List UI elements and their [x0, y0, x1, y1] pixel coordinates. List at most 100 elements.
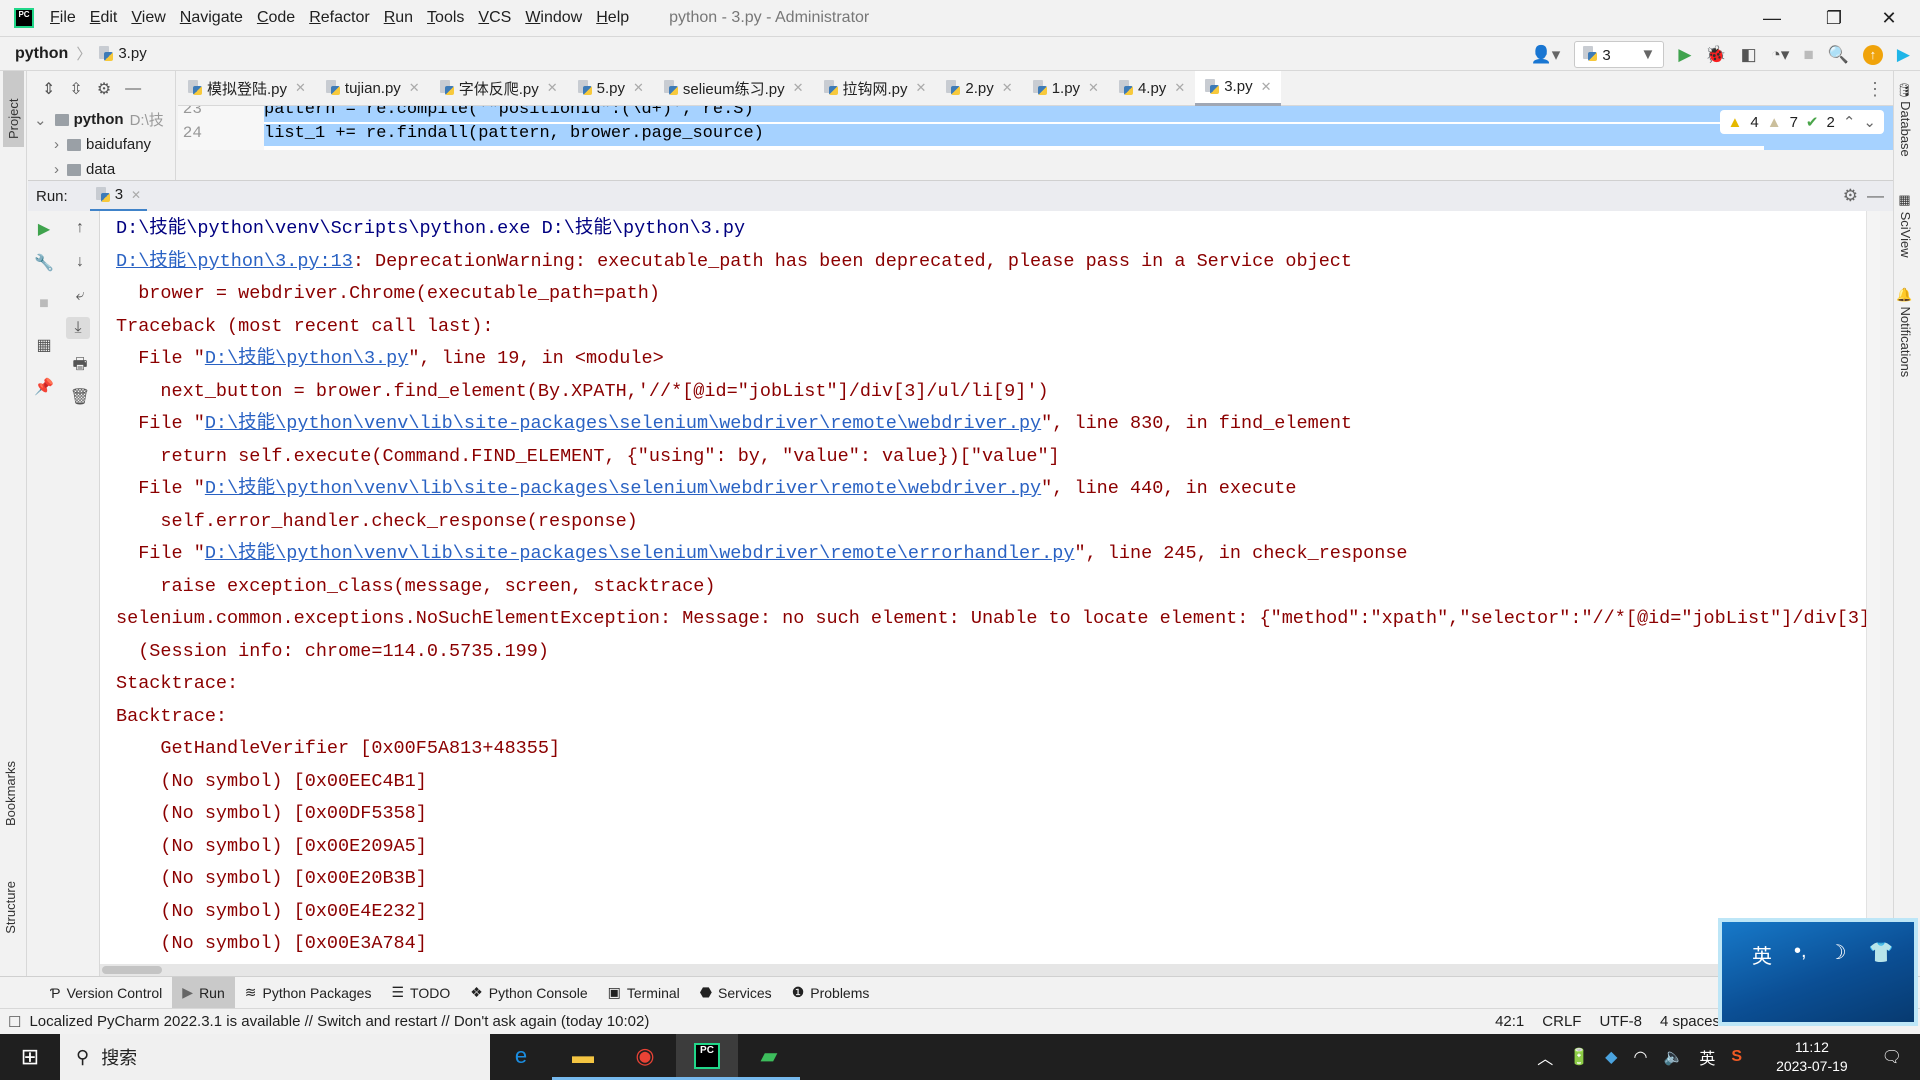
file-link[interactable]: D:\技能\python\3.py [205, 348, 409, 369]
print-icon[interactable]: 🖶 [68, 353, 92, 380]
file-link[interactable]: D:\技能\python\venv\lib\site-packages\sele… [205, 543, 1075, 564]
start-button[interactable]: ⊞ [0, 1034, 60, 1080]
menu-code[interactable]: Code [257, 9, 295, 27]
volume-icon[interactable]: 🔈 [1663, 1047, 1683, 1067]
arrow-up-icon[interactable]: ↑ [68, 219, 92, 237]
line-separator[interactable]: CRLF [1542, 1013, 1581, 1030]
close-tab-icon[interactable]: ✕ [1174, 80, 1185, 96]
restore-button[interactable]: ❐ [1803, 0, 1865, 36]
pin-icon[interactable]: 📌 [32, 377, 56, 397]
editor-tab[interactable]: 4.py ✕ [1109, 71, 1195, 106]
file-link[interactable]: D:\技能\python\3.py:13 [116, 251, 353, 272]
menu-navigate[interactable]: Navigate [180, 9, 243, 27]
notification-icon[interactable]: ☐ [8, 1013, 21, 1031]
tool-window-problems[interactable]: ❶ Problems [782, 977, 880, 1009]
close-tab-icon[interactable]: ✕ [1002, 80, 1013, 96]
next-highlight-icon[interactable]: ⌄ [1863, 113, 1876, 131]
tree-item[interactable]: › data [28, 157, 175, 182]
tool-window-services[interactable]: ⬣ Services [690, 977, 782, 1009]
menu-view[interactable]: View [131, 9, 165, 27]
map-app-icon[interactable]: ◆ [1605, 1047, 1617, 1067]
show-hidden-icons[interactable]: ︿ [1537, 1045, 1553, 1069]
chrome-app-icon[interactable]: ◉ [614, 1034, 676, 1080]
close-tab-icon[interactable]: ✕ [793, 80, 804, 96]
editor-tab[interactable]: selieum练习.py ✕ [654, 71, 814, 106]
search-icon[interactable]: 🔍 [1828, 46, 1849, 63]
input-language[interactable]: 英 [1699, 1045, 1715, 1069]
wrench-icon[interactable]: 🔧 [32, 253, 56, 273]
structure-tool-tab[interactable]: Structure [3, 881, 18, 934]
project-tool-tab[interactable]: Project [3, 71, 24, 147]
arrow-down-icon[interactable]: ↓ [68, 253, 92, 271]
run-icon[interactable]: ▶ [1678, 46, 1691, 63]
editor-tab[interactable]: tujian.py ✕ [316, 71, 430, 106]
editor-tab[interactable]: 5.py ✕ [568, 71, 654, 106]
gear-icon[interactable]: ⚙ [97, 79, 111, 99]
horizontal-scrollbar[interactable] [100, 964, 1880, 976]
menu-help[interactable]: Help [596, 9, 629, 27]
tree-item-root[interactable]: ⌄ python D:\技 [28, 107, 175, 132]
stop-icon[interactable]: ■ [32, 295, 56, 313]
editor-tab[interactable]: 模拟登陆.py ✕ [178, 71, 316, 106]
stop-icon[interactable]: ■ [1803, 46, 1813, 63]
editor-tab[interactable]: 2.py ✕ [936, 71, 1022, 106]
close-tab-icon[interactable]: ✕ [295, 80, 306, 96]
collapse-all-icon[interactable]: ⇳ [69, 79, 82, 99]
tool-window-terminal[interactable]: ▣ Terminal [598, 977, 690, 1009]
database-tool-tab[interactable]: 🛢 Database [1898, 81, 1913, 157]
layout-icon[interactable]: ▦ [32, 335, 56, 355]
close-tab-icon[interactable]: ✕ [916, 80, 927, 96]
sogou-ime-icon[interactable]: S [1731, 1048, 1742, 1066]
minimize-button[interactable]: — [1741, 0, 1803, 36]
user-icon[interactable]: 👤▾ [1531, 46, 1561, 63]
bookmarks-tool-tab[interactable]: Bookmarks [3, 761, 18, 826]
taskbar-search[interactable]: ⚲ 搜索 [60, 1034, 490, 1080]
expand-all-icon[interactable]: ⇕ [42, 79, 55, 99]
scroll-to-end-icon[interactable]: ⤓ [66, 317, 90, 339]
console-output[interactable]: D:\技能\python\venv\Scripts\python.exe D:\… [100, 211, 1880, 976]
scrollbar-thumb[interactable] [102, 966, 162, 974]
menu-file[interactable]: File [50, 9, 76, 27]
close-window-button[interactable]: ✕ [1858, 0, 1920, 36]
debug-icon[interactable]: 🐞 [1705, 46, 1726, 63]
close-tab-icon[interactable]: ✕ [1261, 79, 1272, 95]
editor-tab-active[interactable]: 3.py ✕ [1195, 70, 1282, 106]
coverage-icon[interactable]: ◧ [1741, 46, 1757, 63]
close-tab-icon[interactable]: ✕ [633, 80, 644, 96]
tree-item[interactable]: › baidufany [28, 132, 175, 157]
menu-tools[interactable]: Tools [427, 9, 464, 27]
clock[interactable]: 11:12 2023-07-19 [1776, 1038, 1848, 1076]
battery-icon[interactable]: 🔋 [1569, 1047, 1589, 1067]
editor-tab[interactable]: 1.py ✕ [1023, 71, 1109, 106]
caret-position[interactable]: 42:1 [1495, 1013, 1524, 1030]
file-encoding[interactable]: UTF-8 [1599, 1013, 1642, 1030]
indent-setting[interactable]: 4 spaces [1660, 1013, 1720, 1030]
more-tabs-icon[interactable]: ⋮ [1866, 79, 1884, 100]
editor-tab[interactable]: 拉钩网.py ✕ [814, 71, 937, 106]
rerun-icon[interactable]: ▶ [32, 219, 56, 239]
menu-refactor[interactable]: Refactor [309, 9, 369, 27]
status-message[interactable]: Localized PyCharm 2022.3.1 is available … [29, 1013, 649, 1030]
run-configuration-select[interactable]: 3 ▼ [1574, 41, 1665, 68]
profile-icon[interactable]: ◔▾ [1771, 46, 1790, 63]
breadcrumb-project[interactable]: python [15, 45, 68, 63]
notifications-tool-tab[interactable]: 🔔 Notifications [1898, 287, 1913, 377]
run-tab[interactable]: 3 ✕ [89, 181, 148, 212]
close-tab-icon[interactable]: ✕ [409, 80, 420, 96]
gear-icon[interactable]: ⚙ [1843, 186, 1858, 206]
previous-highlight-icon[interactable]: ⌃ [1843, 113, 1856, 131]
editor-tab[interactable]: 字体反爬.py ✕ [430, 71, 568, 106]
code-editor[interactable]: 23 24 pattern = re.compile('"positionId"… [178, 106, 1894, 150]
menu-run[interactable]: Run [384, 9, 413, 27]
toolbox-icon[interactable]: ▶ [1897, 46, 1910, 63]
inspection-widget[interactable]: ▲ 4 ▲ 7 ✔ 2 ⌃ ⌄ [1719, 110, 1884, 134]
menu-edit[interactable]: Edit [90, 9, 118, 27]
tool-window-todo[interactable]: ☰ TODO [381, 977, 460, 1009]
pycharm-app-icon[interactable]: PC [676, 1034, 738, 1080]
update-icon[interactable]: ↑ [1862, 44, 1883, 65]
close-tab-icon[interactable]: ✕ [1088, 80, 1099, 96]
file-explorer-app-icon[interactable]: ▬ [552, 1034, 614, 1080]
close-tab-icon[interactable]: ✕ [131, 188, 141, 202]
green-app-icon[interactable]: ▰ [738, 1034, 800, 1080]
edge-app-icon[interactable]: e [490, 1034, 552, 1080]
